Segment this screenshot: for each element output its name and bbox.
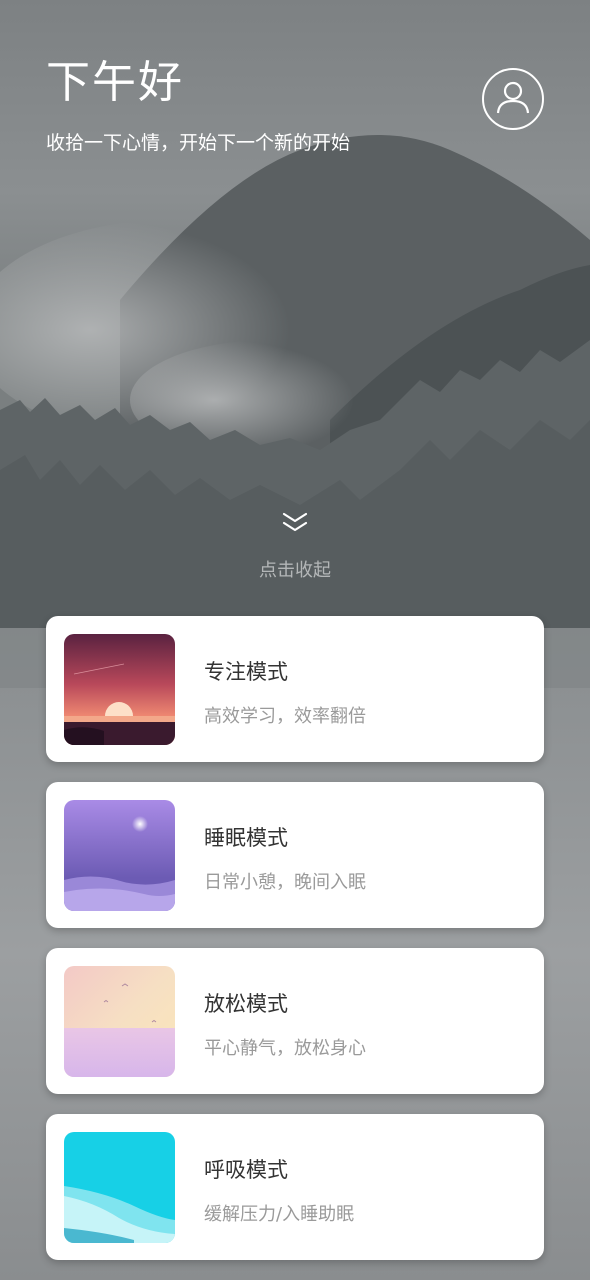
user-avatar-icon — [493, 77, 533, 121]
cyan-waves-thumbnail — [64, 1132, 175, 1243]
pastel-sea-thumbnail — [64, 966, 175, 1077]
mode-card-relax[interactable]: 放松模式 平心静气，放松身心 — [46, 948, 544, 1094]
night-dunes-thumbnail — [64, 800, 175, 911]
mode-description: 高效学习，效率翻倍 — [204, 706, 366, 727]
mode-description: 缓解压力/入睡助眠 — [204, 1204, 355, 1225]
mode-description: 平心静气，放松身心 — [204, 1038, 366, 1059]
collapse-toggle[interactable]: 点击收起 — [0, 510, 590, 582]
mode-card-sleep[interactable]: 睡眠模式 日常小憩，晚间入眠 — [46, 782, 544, 928]
collapse-label: 点击收起 — [259, 560, 331, 581]
mode-title: 呼吸模式 — [204, 1158, 288, 1182]
mode-card-breathing[interactable]: 呼吸模式 缓解压力/入睡助眠 — [46, 1114, 544, 1260]
mode-card-focus[interactable]: 专注模式 高效学习，效率翻倍 — [46, 616, 544, 762]
sunset-thumbnail — [64, 634, 175, 745]
mode-title: 睡眠模式 — [204, 826, 288, 850]
mode-title: 专注模式 — [204, 660, 288, 684]
greeting-subtitle: 收拾一下心情，开始下一个新的开始 — [46, 132, 351, 154]
mode-title: 放松模式 — [204, 992, 288, 1016]
user-avatar-button[interactable] — [482, 68, 544, 130]
mode-description: 日常小憩，晚间入眠 — [204, 872, 366, 893]
greeting-title: 下午好 — [46, 57, 184, 108]
double-chevron-down-icon — [280, 510, 310, 536]
